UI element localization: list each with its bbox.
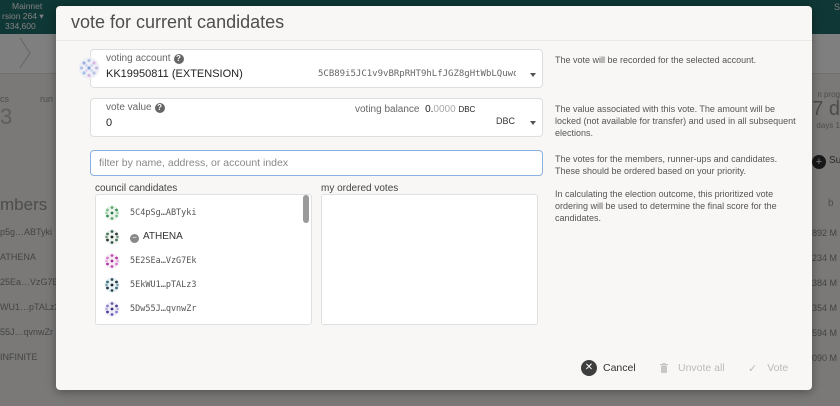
filter-input[interactable] [90,150,543,176]
candidates-title: council candidates [95,183,178,194]
identicon-purple-icon [104,301,120,317]
candidates-scrollbar[interactable] [303,195,309,223]
ordered-votes-title: my ordered votes [321,183,399,194]
header-divider [56,40,812,41]
chevron-down-icon [530,73,536,77]
voting-account-label: voting account? [106,53,184,64]
cancel-button[interactable]: ✕ Cancel [581,359,636,377]
candidate-label: 5C4pSg…ABTyki [130,208,197,218]
ordered-votes-list[interactable] [321,194,538,325]
trash-icon [660,363,668,373]
vote-modal: vote for current candidates voting accou… [56,6,812,390]
list-item[interactable]: 5E2SEa…VzG7Ek [104,253,294,273]
help-outcome: In calculating the election outcome, thi… [555,189,777,223]
unit-selector[interactable]: DBC [496,116,515,126]
account-identicon-icon [78,57,100,79]
vote-value[interactable]: 0 [106,117,112,129]
modal-title: vote for current candidates [71,12,285,32]
vote-value-label: vote value? [106,102,165,113]
unvote-all-button[interactable]: Unvote all [660,359,725,377]
vote-button[interactable]: ✓ Vote [748,359,788,377]
account-address: 5CB89i5JC1v9vBRpRHT9hLfJGZ8gHtWbLQuwq… [318,69,516,79]
help-icon[interactable]: ? [154,103,165,113]
help-account: The vote will be recorded for the select… [555,55,757,65]
chevron-down-icon [530,121,536,125]
candidate-label: 5Dw55J…qvnwZr [130,304,197,314]
list-item[interactable]: 5Dw55J…qvnwZr [104,301,294,321]
identicon-teal-icon [104,277,120,293]
account-name: KK19950811 (EXTENSION) [106,68,243,80]
cancel-label: Cancel [603,362,636,374]
list-item[interactable]: 5C4pSg…ABTyki [104,205,294,225]
minus-icon: − [130,234,139,243]
candidate-label: − ATHENA [130,231,183,243]
candidates-list[interactable]: 5C4pSg…ABTyki − ATHENA 5E2SEa…VzG7Ek 5Ek… [95,194,312,325]
identicon-magenta-icon [104,253,120,269]
vote-label: Vote [767,362,789,374]
vote-value-input[interactable]: vote value? 0 voting balance 0.0000 DBC … [90,98,543,137]
unvote-label: Unvote all [678,362,725,374]
candidate-label: 5EkWU1…pTALz3 [130,280,197,290]
check-icon: ✓ [748,362,758,375]
identicon-dark-icon [104,229,120,245]
candidate-label: 5E2SEa…VzG7Ek [130,256,197,266]
voting-account-dropdown[interactable]: voting account? KK19950811 (EXTENSION) 5… [90,49,543,88]
identicon-green-icon [104,205,120,221]
help-value: The value associated with this vote. The… [555,104,796,138]
list-item[interactable]: − ATHENA [104,229,294,249]
help-order: The votes for the members, runner-ups an… [555,154,778,176]
list-item[interactable]: 5EkWU1…pTALz3 [104,277,294,297]
close-icon: ✕ [581,360,597,376]
help-icon[interactable]: ? [173,54,184,64]
voting-balance: voting balance 0.0000 DBC [355,104,476,115]
